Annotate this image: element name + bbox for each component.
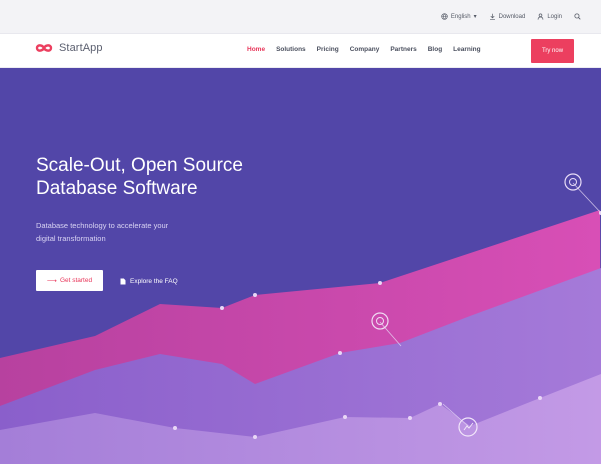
hero-background-graphic	[0, 173, 601, 464]
login-link[interactable]: Login	[537, 13, 562, 20]
get-started-label: Get started	[59, 277, 93, 284]
node-dot	[538, 396, 542, 400]
nav-item-partners[interactable]: Partners	[390, 46, 416, 53]
infinity-logo-icon	[35, 44, 53, 52]
explore-faq-link[interactable]: Explore the FAQ	[120, 274, 178, 288]
node-dot	[253, 293, 257, 297]
brand-logo[interactable]: StartApp	[34, 42, 103, 54]
hero-headline: Scale-Out, Open Source Database Software	[36, 154, 336, 200]
nav-item-solutions[interactable]: Solutions	[276, 46, 306, 53]
arrow-icon: ⟶	[46, 277, 57, 285]
download-label: Download	[498, 13, 526, 20]
document-icon	[120, 278, 126, 284]
user-icon	[538, 13, 544, 20]
subheading-line: Database technology to accelerate your	[36, 221, 169, 230]
nav-item-pricing[interactable]: Pricing	[317, 46, 339, 53]
nav-item-company[interactable]: Company	[350, 46, 380, 53]
primary-nav: Home Solutions Pricing Company Partners …	[247, 46, 492, 53]
subheading-line: digital transformation	[36, 234, 106, 243]
node-dot	[438, 402, 442, 406]
language-label: English	[450, 13, 471, 20]
node-dot	[253, 435, 257, 439]
headline-line: Database Software	[36, 178, 198, 199]
node-dot	[338, 351, 342, 355]
nav-item-home[interactable]: Home	[247, 46, 265, 53]
hero-section: Scale-Out, Open Source Database Software…	[0, 68, 601, 464]
download-icon	[489, 13, 495, 20]
nav-item-learning[interactable]: Learning	[453, 46, 480, 53]
try-now-button[interactable]: Try now	[531, 39, 574, 63]
headline-line: Scale-Out, Open Source	[36, 155, 243, 176]
get-started-button[interactable]: ⟶ Get started	[36, 270, 103, 291]
login-label: Login	[547, 13, 562, 20]
ringed-marker-icon	[564, 173, 582, 191]
language-selector[interactable]: English ▾	[441, 13, 477, 20]
node-dot	[378, 281, 382, 285]
brand-name: StartApp	[59, 42, 103, 54]
node-dot	[408, 416, 412, 420]
globe-icon	[441, 13, 448, 20]
utility-bar: English ▾ Download Login	[0, 0, 601, 34]
node-dot	[220, 306, 224, 310]
chevron-down-icon: ▾	[473, 14, 477, 20]
hero-subheading: Database technology to accelerate your d…	[36, 219, 256, 245]
nav-item-blog[interactable]: Blog	[428, 46, 442, 53]
search-button[interactable]	[574, 13, 581, 20]
node-dot	[343, 415, 347, 419]
connector-line	[572, 182, 601, 214]
node-dot	[173, 426, 177, 430]
main-navbar: StartApp Home Solutions Pricing Company …	[0, 34, 601, 68]
download-link[interactable]: Download	[489, 13, 526, 20]
explore-faq-label: Explore the FAQ	[130, 277, 178, 285]
search-icon	[574, 13, 581, 20]
